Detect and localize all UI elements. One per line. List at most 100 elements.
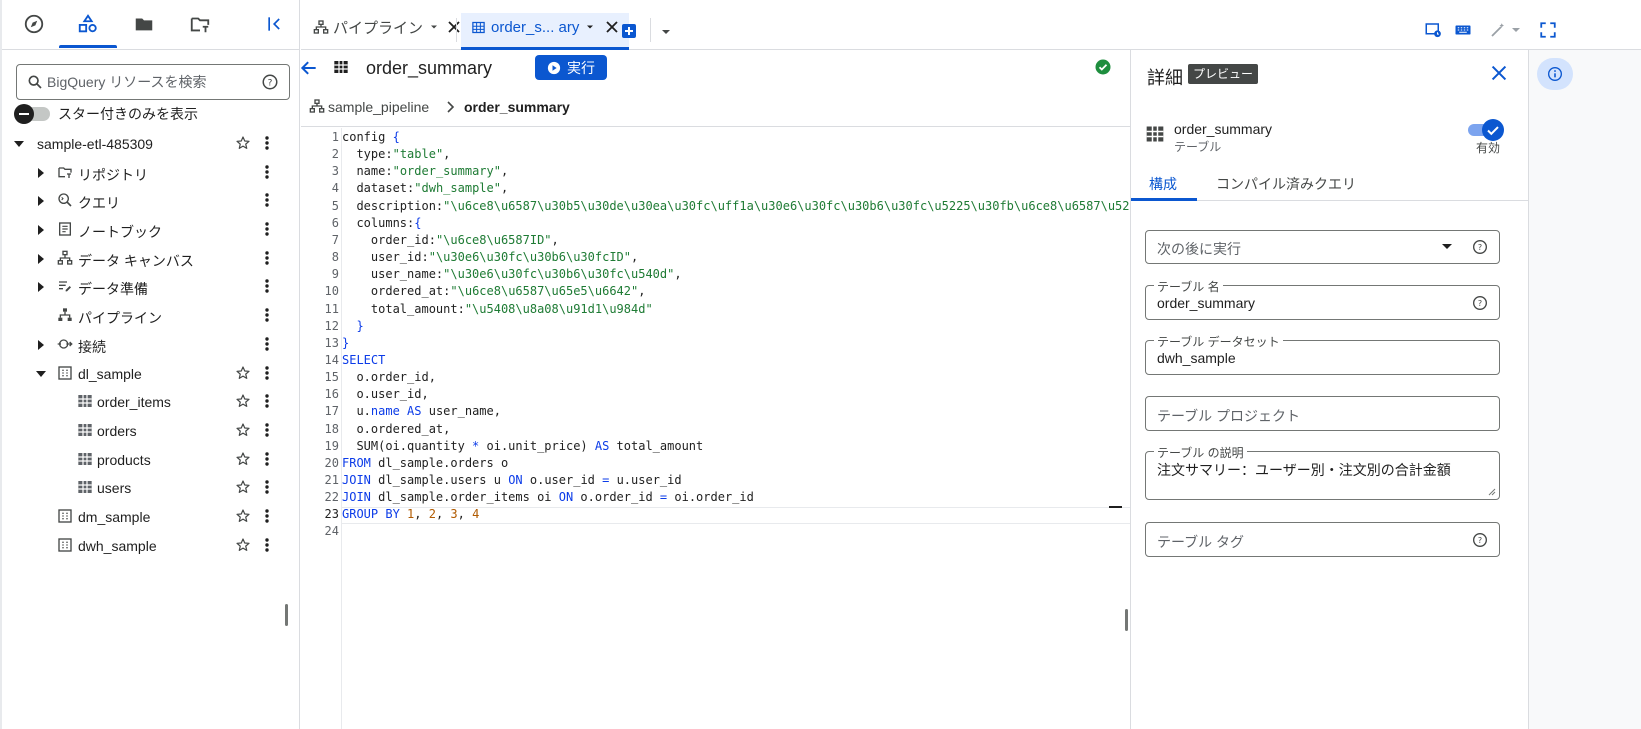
more-options-icon[interactable] <box>260 250 274 266</box>
more-options-icon[interactable] <box>260 537 274 553</box>
star-icon[interactable] <box>235 422 251 438</box>
tree-item[interactable]: ノートブック <box>2 215 300 244</box>
breadcrumb-parent-link[interactable]: sample_pipeline <box>328 99 429 115</box>
tab-pipeline[interactable]: パイプライン <box>313 14 461 40</box>
caret-right-icon[interactable] <box>35 167 47 179</box>
tree-item[interactable]: products <box>2 445 300 474</box>
star-icon[interactable] <box>235 393 251 409</box>
dropdown-arrow-icon[interactable] <box>1441 243 1453 251</box>
keyboard-icon[interactable] <box>1454 21 1472 39</box>
star-icon[interactable] <box>235 537 251 553</box>
more-options-icon[interactable] <box>260 508 274 524</box>
code-editor[interactable]: 1 2 3 4 5 6 7 8 9 10 11 12 13 14 15 16 17 18 19 20 21 22 23 24 … <box>301 128 1130 729</box>
tree-item[interactable]: dwh_sample <box>2 531 300 560</box>
more-options-icon[interactable] <box>260 451 274 467</box>
close-tab-icon[interactable] <box>447 20 461 34</box>
more-options-icon[interactable] <box>260 278 274 294</box>
repository-folder-icon[interactable] <box>188 12 212 36</box>
fullscreen-icon[interactable] <box>1539 21 1557 39</box>
code-line: SELECT <box>342 352 386 367</box>
starred-only-toggle[interactable]: スター付きのみを表示 <box>14 104 198 124</box>
star-icon[interactable] <box>235 479 251 495</box>
star-icon[interactable] <box>235 365 251 381</box>
more-options-icon[interactable] <box>260 336 274 352</box>
tree-item[interactable]: sample-etl-485309 <box>2 129 300 158</box>
collapse-panel-icon[interactable] <box>263 12 287 36</box>
new-tab-icon[interactable] <box>621 23 637 39</box>
help-icon[interactable]: ? <box>261 73 279 91</box>
table-dataset-field[interactable]: テーブル データセット dwh_sample <box>1145 333 1500 375</box>
tree-item[interactable]: クエリ <box>2 186 300 215</box>
panel-resize-handle[interactable] <box>285 604 288 626</box>
tab-configuration[interactable]: 構成 <box>1149 174 1177 194</box>
caret-down-icon[interactable] <box>13 138 25 150</box>
panel-resize-handle[interactable] <box>1125 609 1128 631</box>
close-tab-icon[interactable] <box>605 20 619 34</box>
resources-icon[interactable] <box>76 12 100 36</box>
resource-search-box[interactable]: ? <box>16 64 290 100</box>
run-after-select[interactable]: 次の後に実行 ? <box>1145 230 1500 264</box>
caret-right-icon[interactable] <box>35 339 47 351</box>
table-description-value[interactable]: 注文サマリー：ユーザー別・注文別の合計金額 <box>1157 460 1451 480</box>
tree-item[interactable]: dm_sample <box>2 502 300 531</box>
table-name-value[interactable]: order_summary <box>1157 295 1255 311</box>
resize-grip-icon[interactable] <box>1488 488 1496 496</box>
tree-item[interactable]: orders <box>2 416 300 445</box>
table-project-placeholder: テーブル プロジェクト <box>1157 408 1301 424</box>
tab-compiled-query[interactable]: コンパイル済みクエリ <box>1216 174 1356 194</box>
caret-right-icon[interactable] <box>35 195 47 207</box>
more-options-icon[interactable] <box>260 307 274 323</box>
folder-icon[interactable] <box>132 12 156 36</box>
caret-right-icon[interactable] <box>35 281 47 293</box>
help-icon[interactable]: ? <box>1472 295 1488 311</box>
more-options-icon[interactable] <box>260 135 274 151</box>
tree-item[interactable]: 接続 <box>2 330 300 359</box>
tab-order-summary[interactable]: order_s... ary <box>471 14 619 40</box>
help-icon[interactable]: ? <box>1472 239 1488 255</box>
table-dataset-value[interactable]: dwh_sample <box>1157 350 1236 366</box>
search-input[interactable] <box>47 71 247 93</box>
star-icon[interactable] <box>235 135 251 151</box>
tree-item[interactable]: リポジトリ <box>2 158 300 187</box>
compass-icon[interactable] <box>22 12 46 36</box>
info-button[interactable] <box>1537 58 1573 90</box>
table-project-field[interactable]: テーブル プロジェクト <box>1145 396 1500 431</box>
code-line: type:"table", <box>342 147 451 162</box>
more-options-icon[interactable] <box>260 479 274 495</box>
chevron-down-icon[interactable] <box>429 22 439 32</box>
tree-item[interactable]: dl_sample <box>2 359 300 388</box>
tree-item[interactable]: order_items <box>2 387 300 416</box>
run-button[interactable]: 実行 <box>535 55 607 80</box>
more-options-icon[interactable] <box>260 393 274 409</box>
chevron-down-icon[interactable] <box>585 22 595 32</box>
table-tags-field[interactable]: テーブル タグ ? <box>1145 522 1500 557</box>
table-icon <box>77 422 93 438</box>
tree-item[interactable]: データ キャンバス <box>2 244 300 273</box>
tree-item[interactable]: パイプライン <box>2 301 300 330</box>
more-tabs-dropdown-icon[interactable] <box>661 27 671 37</box>
chevron-down-icon[interactable] <box>1511 25 1521 35</box>
caret-right-icon[interactable] <box>35 224 47 236</box>
line-number: 14 <box>324 352 339 367</box>
schedule-icon[interactable] <box>1424 21 1442 39</box>
help-icon[interactable]: ? <box>1472 532 1488 548</box>
toggle-switch[interactable] <box>14 104 50 124</box>
star-icon[interactable] <box>235 508 251 524</box>
caret-down-icon[interactable] <box>35 368 47 380</box>
tree-item[interactable]: users <box>2 473 300 502</box>
tree-item-label: dl_sample <box>78 365 142 382</box>
enabled-toggle[interactable] <box>1468 119 1504 141</box>
table-description-field[interactable]: テーブル の説明 注文サマリー：ユーザー別・注文別の合計金額 <box>1145 444 1500 500</box>
table-name-field[interactable]: テーブル 名 order_summary ? <box>1145 278 1500 320</box>
more-options-icon[interactable] <box>260 422 274 438</box>
close-icon[interactable] <box>1488 62 1510 84</box>
more-options-icon[interactable] <box>260 164 274 180</box>
back-arrow-icon[interactable] <box>299 58 319 78</box>
magic-wand-icon[interactable] <box>1489 21 1507 39</box>
more-options-icon[interactable] <box>260 365 274 381</box>
star-icon[interactable] <box>235 451 251 467</box>
caret-right-icon[interactable] <box>35 253 47 265</box>
more-options-icon[interactable] <box>260 192 274 208</box>
more-options-icon[interactable] <box>260 221 274 237</box>
tree-item[interactable]: データ準備 <box>2 272 300 301</box>
